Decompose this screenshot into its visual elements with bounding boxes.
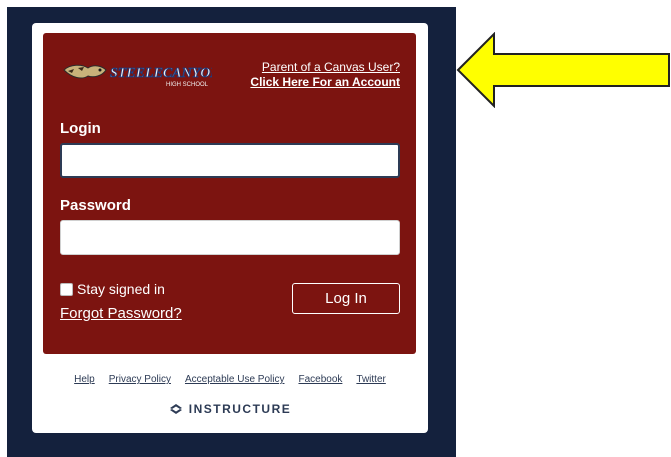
password-label: Password: [60, 197, 131, 214]
cougar-mascot-icon: [63, 64, 107, 79]
stay-signed-in[interactable]: Stay signed in: [60, 281, 165, 297]
arrow-icon: [456, 32, 670, 108]
logo-text: STEELECANYON: [110, 66, 212, 81]
forgot-password-link[interactable]: Forgot Password?: [60, 305, 182, 322]
log-in-button[interactable]: Log In: [292, 283, 400, 314]
instructure-logo-icon: [169, 404, 182, 414]
logo-subtext: HIGH SCHOOL: [166, 82, 209, 88]
login-input[interactable]: [60, 143, 400, 178]
stay-signed-in-label: Stay signed in: [77, 281, 165, 297]
login-label: Login: [60, 120, 101, 137]
footer-link-acceptable-use[interactable]: Acceptable Use Policy: [185, 374, 285, 385]
parent-link-line1[interactable]: Parent of a Canvas User?: [250, 60, 400, 75]
parent-account-link[interactable]: Parent of a Canvas User? Click Here For …: [250, 60, 400, 90]
parent-link-line2[interactable]: Click Here For an Account: [250, 75, 400, 90]
footer-link-facebook[interactable]: Facebook: [298, 374, 342, 385]
stay-signed-in-checkbox[interactable]: [60, 282, 73, 296]
school-logo[interactable]: STEELECANYON HIGH SCHOOL: [62, 58, 212, 90]
footer-link-twitter[interactable]: Twitter: [356, 374, 385, 385]
footer-link-privacy[interactable]: Privacy Policy: [109, 374, 171, 385]
footer-links: Help Privacy Policy Acceptable Use Polic…: [32, 374, 428, 385]
footer-link-help[interactable]: Help: [74, 374, 95, 385]
instructure-text: INSTRUCTURE: [188, 402, 292, 416]
password-input[interactable]: [60, 220, 400, 255]
instructure-brand[interactable]: INSTRUCTURE: [32, 402, 428, 416]
